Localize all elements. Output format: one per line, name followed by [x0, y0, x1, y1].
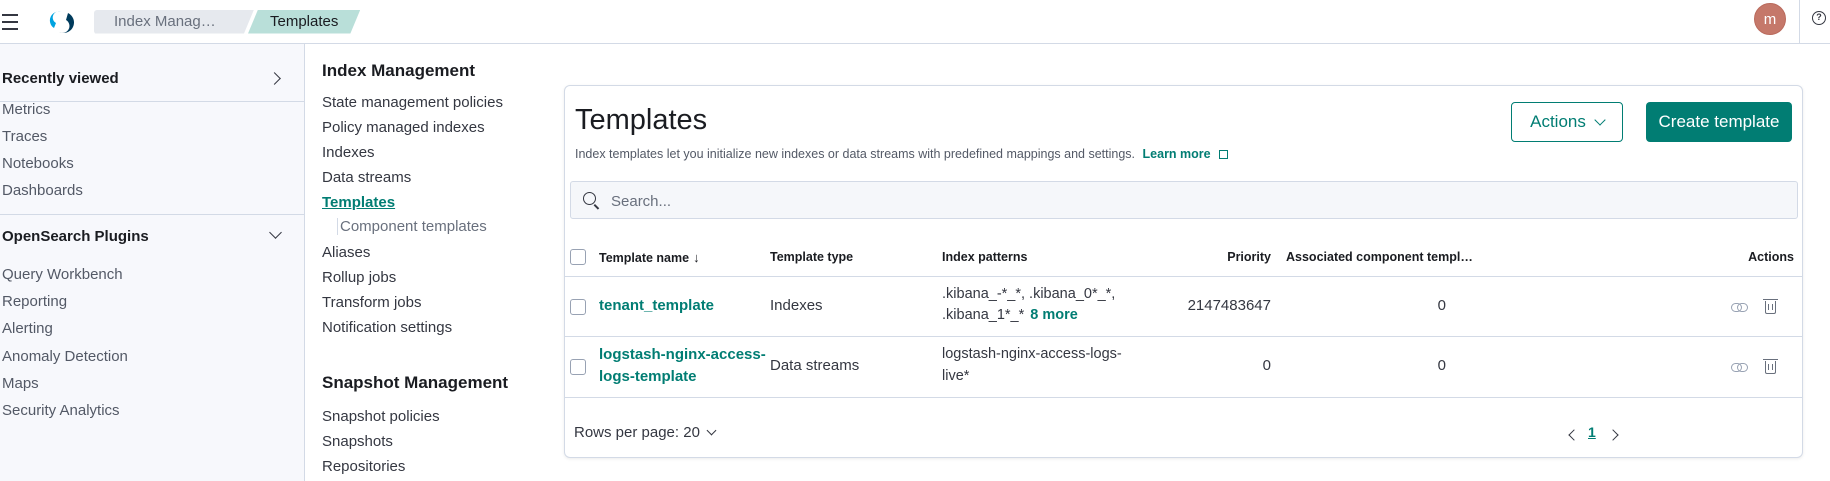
- menu-icon[interactable]: [2, 13, 22, 30]
- breadcrumb: Index Manage… Templates: [94, 10, 360, 34]
- components-count: 0: [1437, 357, 1446, 374]
- row-checkbox[interactable]: [570, 299, 586, 315]
- priority-value: 2147483647: [1187, 297, 1271, 314]
- nav-component-templates[interactable]: Component templates: [337, 218, 487, 235]
- chevron-down-icon[interactable]: [269, 226, 282, 239]
- nav-notification-settings[interactable]: Notification settings: [322, 319, 452, 336]
- create-template-button[interactable]: Create template: [1646, 102, 1792, 142]
- table-header: Template name ↓ Template type Index patte…: [565, 238, 1802, 277]
- nav-snapshot-policies[interactable]: Snapshot policies: [322, 408, 440, 425]
- table-row: tenant_template Indexes .kibana_-*_*, .k…: [565, 277, 1802, 337]
- learn-more-link[interactable]: Learn more: [1143, 147, 1211, 161]
- nav-state-management-policies[interactable]: State management policies: [322, 94, 503, 111]
- template-name-link-line1[interactable]: logstash-nginx-access-: [599, 346, 766, 363]
- delete-icon[interactable]: [1763, 359, 1778, 374]
- rows-per-page-label: Rows per page: 20: [574, 424, 700, 441]
- nav-indexes[interactable]: Indexes: [322, 144, 375, 161]
- nav-item-anomaly-detection[interactable]: Anomaly Detection: [2, 348, 128, 365]
- breadcrumb-templates: Templates: [248, 10, 360, 34]
- top-header: Index Manage… Templates m ?: [0, 0, 1830, 44]
- search-bar: [570, 181, 1798, 219]
- rows-per-page-select[interactable]: Rows per page: 20: [574, 424, 717, 441]
- recently-viewed-label: Recently viewed: [2, 70, 119, 87]
- search-input[interactable]: [611, 190, 1711, 212]
- column-associated-components[interactable]: Associated component templ…: [1286, 250, 1473, 264]
- template-type: Data streams: [770, 357, 860, 374]
- page-title: Templates: [575, 104, 708, 136]
- left-nav: Recently viewed Metrics Traces Notebooks…: [0, 44, 305, 481]
- column-template-name[interactable]: Template name ↓: [599, 250, 700, 265]
- chevron-down-icon: [1594, 114, 1606, 126]
- snapshot-management-heading: Snapshot Management: [322, 373, 509, 392]
- index-management-heading: Index Management: [322, 61, 476, 80]
- column-template-name-label: Template name: [599, 251, 690, 265]
- chevron-right-icon[interactable]: [268, 72, 281, 85]
- external-link-icon[interactable]: [1219, 150, 1229, 159]
- nav-item-traces[interactable]: Traces: [2, 128, 47, 145]
- select-all-checkbox[interactable]: [570, 249, 586, 265]
- nav-item-dashboards[interactable]: Dashboards: [2, 182, 83, 199]
- priority-value: 0: [1262, 357, 1271, 374]
- description-text: Index templates let you initialize new i…: [575, 147, 1136, 161]
- delete-icon[interactable]: [1763, 299, 1778, 314]
- view-json-icon[interactable]: [1731, 362, 1748, 372]
- nav-item-maps[interactable]: Maps: [2, 375, 39, 392]
- search-icon: [583, 192, 596, 205]
- nav-item-notebooks[interactable]: Notebooks: [2, 155, 74, 172]
- nav-snapshots[interactable]: Snapshots: [322, 433, 393, 450]
- nav-item-alerting[interactable]: Alerting: [2, 320, 53, 337]
- nav-rollup-jobs[interactable]: Rollup jobs: [322, 269, 396, 286]
- nav-item-query-workbench[interactable]: Query Workbench: [2, 266, 123, 283]
- template-name-link-line2[interactable]: logs-template: [599, 368, 697, 385]
- index-patterns-line1: .kibana_-*_*, .kibana_0*_*,: [942, 286, 1116, 302]
- nav-item-reporting[interactable]: Reporting: [2, 293, 67, 310]
- nav-transform-jobs[interactable]: Transform jobs: [322, 294, 421, 311]
- nav-templates[interactable]: Templates: [322, 194, 395, 211]
- actions-button-label: Actions: [1530, 112, 1586, 131]
- chevron-down-icon: [706, 425, 717, 436]
- opensearch-logo-icon[interactable]: [46, 7, 76, 37]
- components-count: 0: [1437, 297, 1446, 314]
- column-template-type[interactable]: Template type: [770, 250, 853, 264]
- breadcrumb-index-management[interactable]: Index Manage…: [94, 10, 254, 34]
- help-icon[interactable]: ?: [1812, 11, 1826, 25]
- nav-repositories[interactable]: Repositories: [322, 458, 405, 475]
- header-divider: [1799, 0, 1800, 44]
- avatar[interactable]: m: [1754, 3, 1786, 35]
- page-description: Index templates let you initialize new i…: [575, 147, 1229, 161]
- recently-viewed-header[interactable]: Recently viewed: [0, 58, 304, 102]
- nav-aliases[interactable]: Aliases: [322, 244, 370, 261]
- page-number[interactable]: 1: [1588, 424, 1596, 440]
- index-patterns-line2: .kibana_1*_* 8 more: [942, 307, 1078, 323]
- index-patterns-line2-text: .kibana_1*_*: [942, 307, 1025, 323]
- templates-panel: Templates Index templates let you initia…: [564, 85, 1803, 458]
- view-json-icon[interactable]: [1731, 302, 1748, 312]
- more-patterns-link[interactable]: 8 more: [1030, 307, 1078, 323]
- next-page-icon[interactable]: [1607, 429, 1619, 441]
- nav-item-metrics[interactable]: Metrics: [2, 101, 50, 118]
- table-row: logstash-nginx-access- logs-template Dat…: [565, 337, 1802, 398]
- sort-arrow-icon: ↓: [693, 250, 700, 265]
- opensearch-plugins-label[interactable]: OpenSearch Plugins: [2, 228, 149, 245]
- column-priority[interactable]: Priority: [1151, 250, 1271, 264]
- nav-data-streams[interactable]: Data streams: [322, 169, 411, 186]
- nav-divider: [0, 214, 304, 215]
- previous-page-icon[interactable]: [1568, 429, 1580, 441]
- column-index-patterns[interactable]: Index patterns: [942, 250, 1027, 264]
- index-patterns-line1: logstash-nginx-access-logs-: [942, 346, 1122, 362]
- nav-item-security-analytics[interactable]: Security Analytics: [2, 402, 120, 419]
- nav-policy-managed-indexes[interactable]: Policy managed indexes: [322, 119, 485, 136]
- template-name-link[interactable]: tenant_template: [599, 297, 714, 314]
- row-checkbox[interactable]: [570, 359, 586, 375]
- template-type: Indexes: [770, 297, 823, 314]
- column-actions: Actions: [1748, 250, 1794, 264]
- index-patterns-line2: live*: [942, 368, 970, 384]
- actions-button[interactable]: Actions: [1511, 102, 1623, 142]
